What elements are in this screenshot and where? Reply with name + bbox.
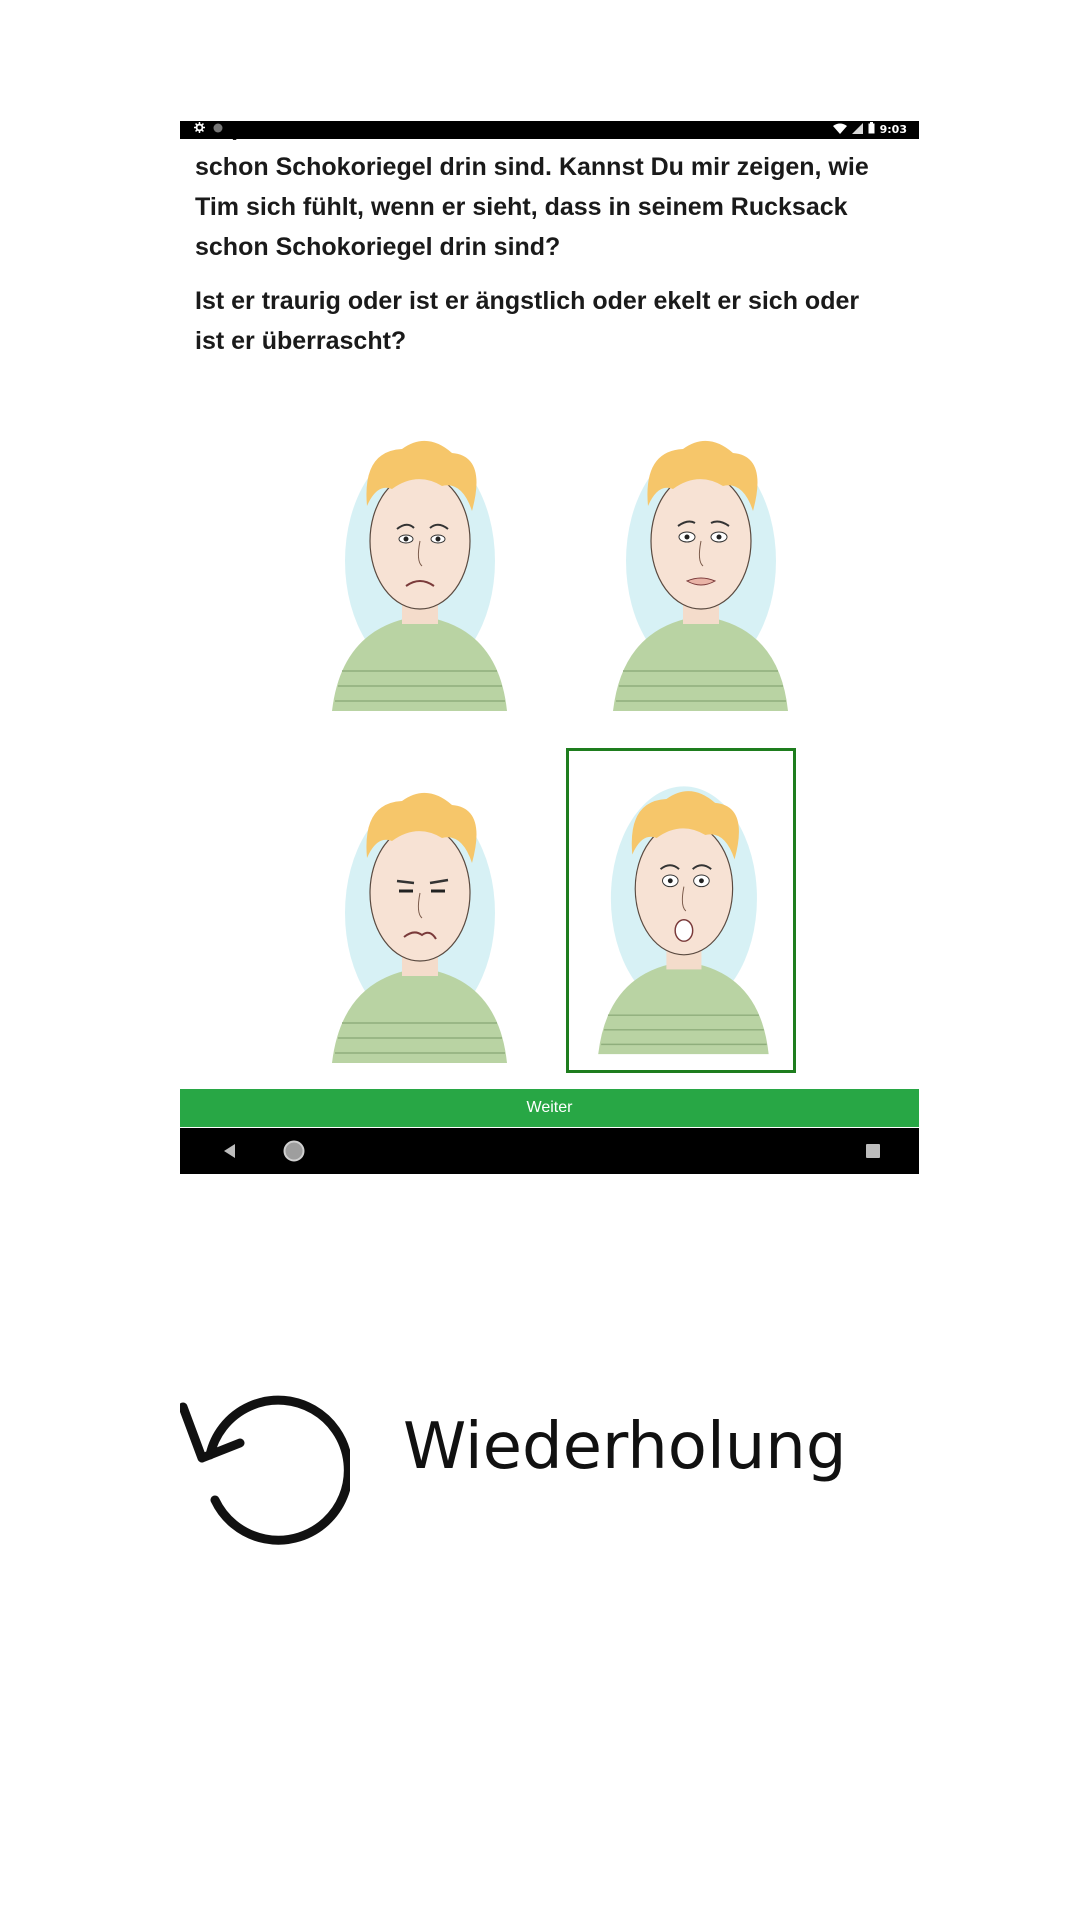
next-button[interactable]: Weiter [180,1089,919,1127]
notification-dot-icon [213,123,223,136]
home-icon[interactable] [271,1128,317,1174]
settings-icon [194,122,205,136]
question-paragraph: Ist er traurig oder ist er ängstlich ode… [195,287,860,355]
status-bar: 9:03 [180,121,919,139]
choice-surprised-portrait[interactable] [566,748,796,1073]
scroll-content[interactable]: einpacken möchte, stellt er fest, dass i… [180,121,919,1087]
wifi-icon [832,123,847,137]
signal-icon [851,122,863,137]
battery-icon [868,122,875,137]
story-paragraph: einpacken möchte, stellt er fest, dass i… [195,121,884,261]
clock: 9:03 [879,123,907,136]
choice-disgust-portrait[interactable] [302,763,532,1087]
system-navigation-bar [180,1128,919,1174]
replay-label[interactable]: Wiederholung [403,1410,846,1484]
choice-anxious-portrait[interactable] [583,411,813,736]
story-text: einpacken möchte, stellt er fest, dass i… [195,121,895,375]
recents-icon[interactable] [850,1128,896,1174]
back-icon[interactable] [207,1128,253,1174]
replay-icon[interactable] [178,1385,353,1545]
device-screen: einpacken möchte, stellt er fest, dass i… [180,121,919,1174]
choice-sad-portrait[interactable] [302,411,532,736]
